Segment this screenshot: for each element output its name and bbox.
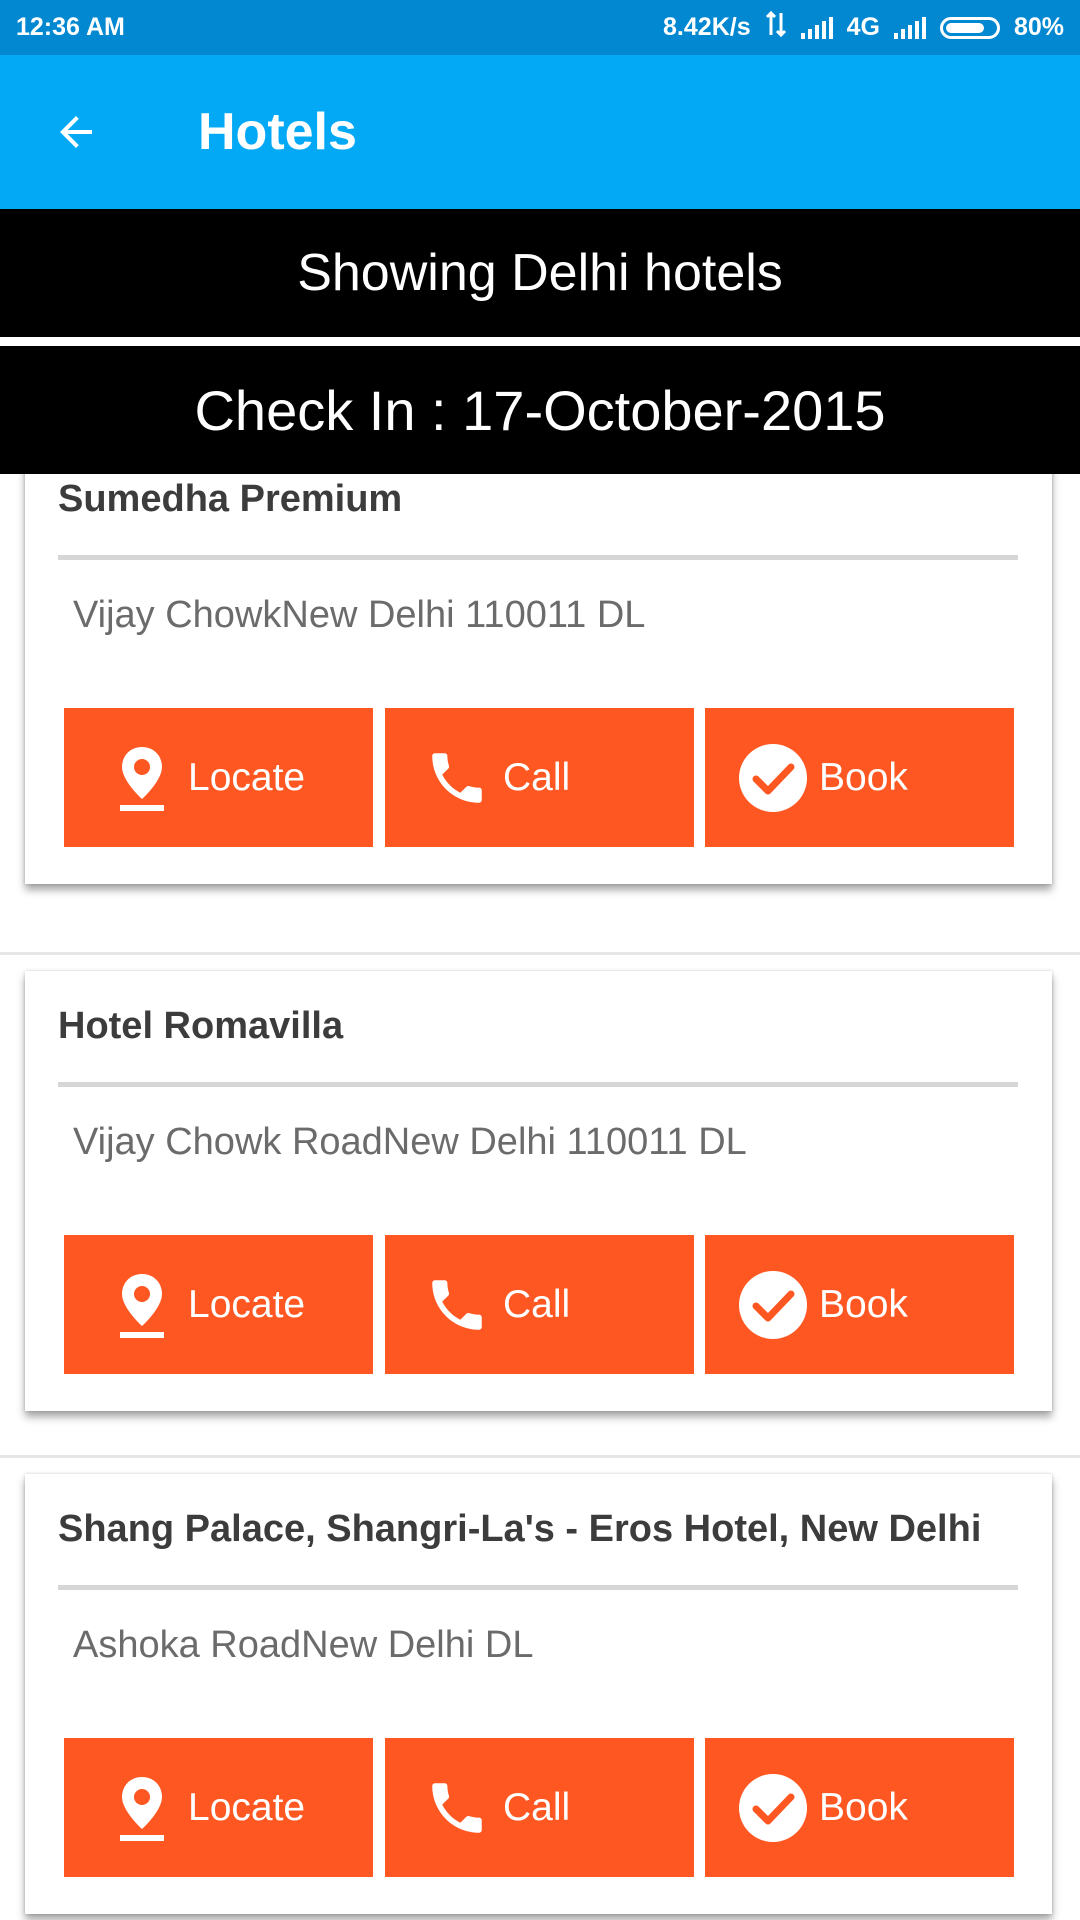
card-divider: [58, 1585, 1018, 1590]
hotel-address: Vijay ChowkNew Delhi 110011 DL: [73, 594, 646, 636]
locate-label: Locate: [188, 755, 306, 799]
arrow-left-icon: [60, 116, 92, 148]
hotel-name: Hotel Romavilla: [58, 1005, 344, 1047]
book-label: Book: [819, 1785, 908, 1829]
list-divider: [0, 952, 1080, 955]
hotel-card: Hotel Romavilla Vijay Chowk RoadNew Delh…: [25, 971, 1052, 1411]
hotel-card: Sumedha Premium Vijay ChowkNew Delhi 110…: [25, 474, 1052, 884]
banner-divider: [0, 337, 1080, 346]
data-transfer-icon: [765, 10, 787, 44]
net-speed: 8.42K/s: [663, 13, 751, 41]
book-button[interactable]: Book: [705, 708, 1014, 847]
call-label: Call: [503, 1785, 571, 1829]
signal-icon: [800, 16, 833, 39]
hotel-address: Ashoka RoadNew Delhi DL: [73, 1624, 534, 1666]
network-type: 4G: [846, 13, 880, 41]
hotel-card: Shang Palace, Shangri-La's - Eros Hotel,…: [25, 1474, 1052, 1914]
location-pin-icon: [106, 1269, 178, 1341]
location-pin-icon: [106, 1772, 178, 1844]
call-button[interactable]: Call: [385, 1738, 694, 1877]
phone-icon: [421, 742, 493, 814]
locate-label: Locate: [188, 1282, 306, 1326]
call-label: Call: [503, 1282, 571, 1326]
hotel-name: Shang Palace, Shangri-La's - Eros Hotel,…: [58, 1508, 982, 1550]
book-label: Book: [819, 755, 908, 799]
phone-icon: [421, 1772, 493, 1844]
locate-label: Locate: [188, 1785, 306, 1829]
card-divider: [58, 555, 1018, 560]
status-bar: 12:36 AM 8.42K/s 4G 80%: [0, 0, 1080, 55]
hotel-address: Vijay Chowk RoadNew Delhi 110011 DL: [73, 1121, 747, 1163]
call-label: Call: [503, 755, 571, 799]
locate-button[interactable]: Locate: [64, 1738, 373, 1877]
hotel-name: Sumedha Premium: [58, 478, 403, 520]
phone-icon: [421, 1269, 493, 1341]
app-bar: Hotels: [0, 55, 1080, 209]
check-circle-icon: [737, 1269, 809, 1341]
battery-icon: [939, 16, 1000, 39]
call-button[interactable]: Call: [385, 708, 694, 847]
locate-button[interactable]: Locate: [64, 1235, 373, 1374]
call-button[interactable]: Call: [385, 1235, 694, 1374]
list-divider: [0, 1455, 1080, 1458]
hotel-list[interactable]: Sumedha Premium Vijay ChowkNew Delhi 110…: [0, 474, 1080, 1920]
status-indicators: 8.42K/s 4G 80%: [663, 10, 1064, 44]
book-button[interactable]: Book: [705, 1235, 1014, 1374]
page-title: Hotels: [198, 103, 357, 161]
locate-button[interactable]: Locate: [64, 708, 373, 847]
card-divider: [58, 1082, 1018, 1087]
check-circle-icon: [737, 1772, 809, 1844]
check-circle-icon: [737, 742, 809, 814]
check-in-banner: Check In : 17-October-2015: [0, 346, 1080, 474]
back-button[interactable]: [36, 92, 116, 172]
book-button[interactable]: Book: [705, 1738, 1014, 1877]
city-banner: Showing Delhi hotels: [0, 209, 1080, 337]
battery-percent: 80%: [1013, 13, 1064, 41]
signal-icon-2: [893, 16, 926, 39]
location-pin-icon: [106, 742, 178, 814]
status-time: 12:36 AM: [16, 13, 125, 41]
book-label: Book: [819, 1282, 908, 1326]
